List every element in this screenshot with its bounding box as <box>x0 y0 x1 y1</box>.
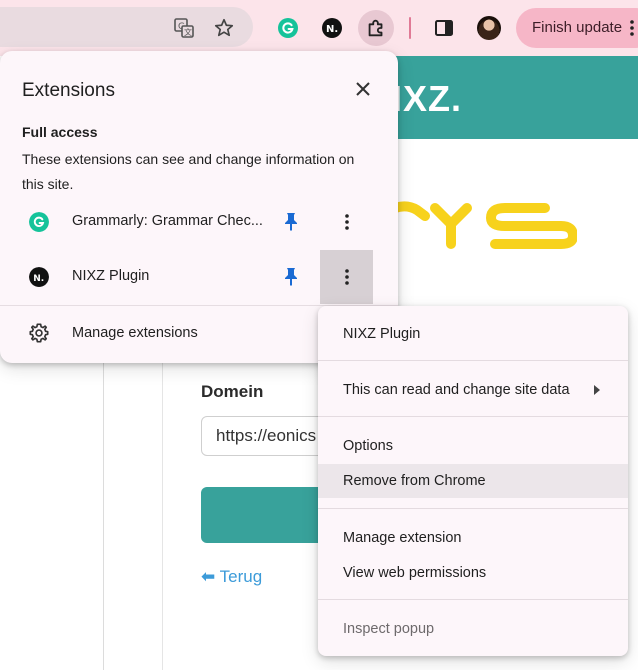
full-access-description: These extensions can see and change info… <box>22 151 355 192</box>
finish-update-button[interactable]: Finish update <box>516 8 638 48</box>
menu-item-inspect-popup[interactable]: Inspect popup <box>318 612 628 646</box>
extension-name: Grammarly: Grammar Chec... <box>72 213 263 229</box>
menu-item-remove-from-chrome[interactable]: Remove from Chrome <box>318 464 628 498</box>
more-menu-icon[interactable] <box>630 18 634 38</box>
grammarly-logo-icon <box>29 212 49 232</box>
menu-item-site-data[interactable]: This can read and change site data <box>318 373 628 407</box>
side-panel-icon[interactable] <box>426 10 462 46</box>
menu-item-view-web-permissions[interactable]: View web permissions <box>318 556 628 590</box>
menu-separator <box>318 599 628 600</box>
menu-separator <box>318 416 628 417</box>
back-link[interactable]: ⬅ Terug <box>201 567 262 587</box>
extensions-puzzle-icon[interactable] <box>358 10 394 46</box>
site-header-text: IXZ. <box>392 78 463 119</box>
menu-item-manage-extension[interactable]: Manage extension <box>318 521 628 555</box>
extension-context-menu: NIXZ Plugin This can read and change sit… <box>318 306 628 656</box>
bookmark-star-icon[interactable] <box>206 10 242 46</box>
menu-item-options[interactable]: Options <box>318 429 628 463</box>
full-access-heading: Full access <box>22 124 98 140</box>
menu-item-site-data-label: This can read and change site data <box>343 382 570 398</box>
manage-extensions-label: Manage extensions <box>72 325 198 341</box>
extension-name: NIXZ Plugin <box>72 268 150 284</box>
site-logo <box>395 201 577 249</box>
menu-separator <box>318 508 628 509</box>
menu-separator <box>318 360 628 361</box>
toolbar-divider <box>409 17 411 39</box>
gear-icon <box>29 323 49 343</box>
extension-row-nixz[interactable]: N. NIXZ Plugin <box>0 250 398 304</box>
extension-row-grammarly[interactable]: Grammarly: Grammar Chec... <box>0 195 398 249</box>
pin-icon[interactable] <box>280 210 302 232</box>
extension-more-icon[interactable] <box>320 195 373 249</box>
nixz-icon[interactable]: N. <box>314 10 350 46</box>
extension-more-icon[interactable] <box>320 250 373 304</box>
submenu-arrow-icon <box>594 385 600 395</box>
svg-text:N.: N. <box>326 24 338 35</box>
svg-text:N.: N. <box>33 274 44 284</box>
close-icon[interactable] <box>350 76 376 102</box>
domein-label: Domein <box>201 382 264 401</box>
pin-icon[interactable] <box>280 265 302 287</box>
page-card-border <box>162 330 163 670</box>
nixz-logo-icon: N. <box>29 267 49 287</box>
back-arrow-icon: ⬅ <box>201 567 216 586</box>
grammarly-icon[interactable] <box>270 10 306 46</box>
svg-text:文: 文 <box>184 27 192 37</box>
menu-item-extension-name[interactable]: NIXZ Plugin <box>318 317 628 351</box>
back-link-label: Terug <box>219 567 263 586</box>
browser-toolbar: G 文 N. Finish update <box>0 0 638 56</box>
profile-avatar[interactable] <box>477 16 501 40</box>
translate-icon[interactable]: G 文 <box>166 10 202 46</box>
extensions-title: Extensions <box>22 80 115 101</box>
